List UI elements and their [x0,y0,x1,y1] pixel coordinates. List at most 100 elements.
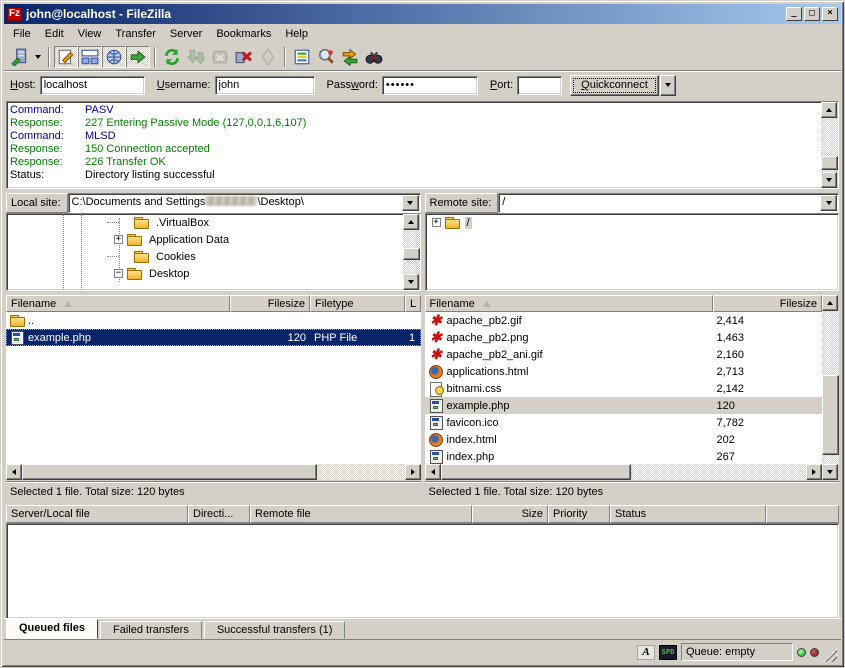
site-manager-dropdown[interactable] [32,46,44,68]
refresh-button[interactable] [160,46,184,68]
menu-server[interactable]: Server [163,26,209,42]
scroll-left-button[interactable] [6,464,22,480]
column-header-remote-file[interactable]: Remote file [250,505,472,523]
tree-item-virtualbox[interactable]: .VirtualBox [7,214,403,231]
column-header-direction[interactable]: Directi... [188,505,250,523]
remote-path-dropdown[interactable] [820,195,837,211]
menu-help[interactable]: Help [278,26,315,42]
table-row[interactable]: favicon.ico 7,782 [425,414,823,431]
find-files-button[interactable] [362,46,386,68]
column-header-server-local-file[interactable]: Server/Local file [6,505,188,523]
remote-site-combobox[interactable]: / [498,193,839,213]
column-header-status[interactable]: Status [610,505,766,523]
menu-transfer[interactable]: Transfer [108,26,163,42]
reconnect-button[interactable] [256,46,280,68]
username-input[interactable] [215,76,315,95]
local-file-rows[interactable]: .. example.php 120 PHP File 1 [6,312,421,464]
scroll-track[interactable] [822,311,839,464]
toggle-local-pane-button[interactable] [78,46,102,68]
table-row-example-php[interactable]: example.php 120 PHP File 1 [6,329,421,346]
scroll-track[interactable] [821,118,838,172]
table-row[interactable]: ✱apache_pb2.png 1,463 [425,329,823,346]
scroll-right-button[interactable] [405,464,421,480]
column-header-size[interactable]: Size [472,505,548,523]
resize-grip[interactable] [823,648,837,662]
remote-directory-tree[interactable]: +/ [426,214,839,290]
minimize-button[interactable]: _ [786,7,802,21]
tab-queued-files[interactable]: Queued files [6,619,98,639]
maximize-button[interactable]: □ [804,7,820,21]
scroll-thumb[interactable] [822,375,839,455]
speed-limit-indicator-icon[interactable]: SPD [659,645,677,660]
process-queue-button[interactable] [184,46,208,68]
log-scrollbar[interactable] [821,102,838,188]
scroll-track[interactable] [441,464,807,480]
host-input[interactable] [40,76,145,95]
scroll-left-button[interactable] [425,464,441,480]
scroll-track[interactable] [22,464,405,480]
queue-body[interactable] [6,523,839,619]
column-header-filetype[interactable]: Filetype [310,295,405,312]
remote-list-vscrollbar[interactable] [822,295,839,480]
table-row[interactable]: applications.html 2,713 [425,363,823,380]
table-row-example-php[interactable]: example.php 120 [425,397,823,414]
tree-item-desktop[interactable]: −Desktop [7,265,403,282]
menu-bookmarks[interactable]: Bookmarks [209,26,278,42]
scroll-thumb[interactable] [441,464,631,480]
table-row[interactable]: ✱apache_pb2.gif 2,414 [425,312,823,329]
remote-path[interactable]: / [499,194,819,212]
table-row[interactable]: bitnami.css 2,142 [425,380,823,397]
local-tree-scrollbar[interactable] [403,214,420,290]
port-input[interactable] [517,76,562,95]
menu-view[interactable]: View [71,26,109,42]
scroll-down-button[interactable] [822,464,838,480]
expand-icon[interactable]: + [114,235,123,244]
local-directory-tree[interactable]: .VirtualBox +Application Data Cookies −D… [7,214,403,290]
column-header-filename[interactable]: Filename [425,295,713,312]
menu-file[interactable]: File [6,26,38,42]
collapse-icon[interactable]: − [114,269,123,278]
tree-item-root[interactable]: +/ [426,214,839,231]
local-path-dropdown[interactable] [402,195,419,211]
toggle-remote-pane-button[interactable] [102,46,126,68]
column-header-last-modified[interactable]: L [405,295,421,312]
table-row-parent-dir[interactable]: .. [6,312,421,329]
column-header-filesize[interactable]: Filesize [713,295,823,312]
tree-item-application-data[interactable]: +Application Data [7,231,403,248]
cancel-operation-button[interactable] [208,46,232,68]
column-header-priority[interactable]: Priority [548,505,610,523]
column-header-filesize[interactable]: Filesize [230,295,310,312]
tab-failed-transfers[interactable]: Failed transfers [100,621,202,639]
scroll-down-button[interactable] [403,274,419,290]
site-manager-button[interactable] [8,46,32,68]
scroll-down-button[interactable] [821,172,837,188]
scroll-thumb[interactable] [821,156,838,170]
table-row[interactable]: index.html 202 [425,431,823,448]
local-site-combobox[interactable]: C:\Documents and Settings\Desktop\ [68,193,421,213]
message-log-lines[interactable]: Command:PASV Response:227 Entering Passi… [7,102,821,188]
expand-icon[interactable]: + [432,218,441,227]
tree-item-cookies[interactable]: Cookies [7,248,403,265]
synchronized-browsing-button[interactable] [338,46,362,68]
remote-list-hscrollbar[interactable] [425,464,823,480]
scroll-up-button[interactable] [821,102,837,118]
table-row[interactable]: ✱apache_pb2_ani.gif 2,160 [425,346,823,363]
local-path[interactable]: C:\Documents and Settings\Desktop\ [69,194,401,212]
disconnect-button[interactable] [232,46,256,68]
scroll-track[interactable] [403,230,420,274]
quickconnect-button[interactable]: Quickconnect [570,75,659,96]
quickconnect-dropdown[interactable] [660,75,676,96]
menu-edit[interactable]: Edit [38,26,71,42]
scroll-thumb[interactable] [22,464,317,480]
directory-comparison-button[interactable] [314,46,338,68]
table-row[interactable]: index.php 267 [425,448,823,464]
column-header-filename[interactable]: Filename [6,295,230,312]
scroll-thumb[interactable] [403,248,420,260]
scroll-right-button[interactable] [806,464,822,480]
toggle-message-log-button[interactable] [54,46,78,68]
close-button[interactable]: × [822,7,838,21]
filter-button[interactable] [290,46,314,68]
data-type-indicator-icon[interactable]: A [637,645,655,660]
scroll-up-button[interactable] [403,214,419,230]
title-bar[interactable]: Fz john@localhost - FileZilla _ □ × [4,4,841,24]
